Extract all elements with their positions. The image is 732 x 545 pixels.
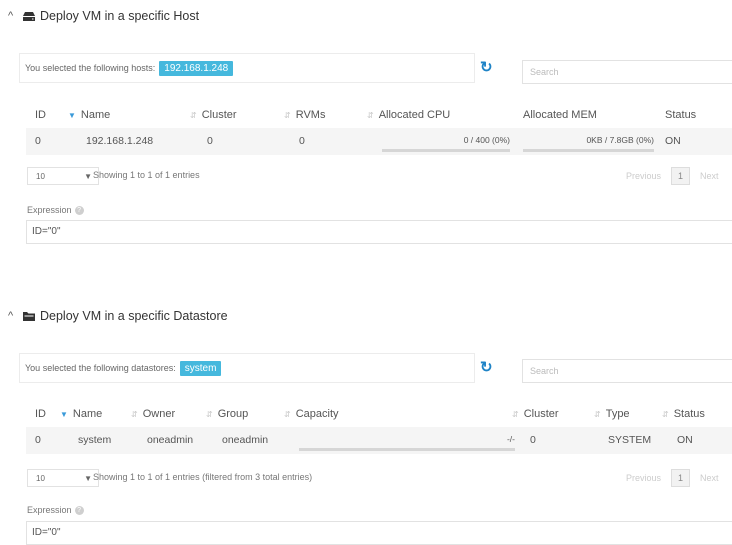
ds-row-status: ON <box>677 434 693 446</box>
datastore-section-header[interactable]: ^ Deploy VM in a specific Datastore <box>8 309 228 323</box>
host-col-allocated-cpu[interactable]: ⇵ Allocated CPU <box>367 109 450 121</box>
chevron-up-icon[interactable]: ^ <box>8 310 18 322</box>
sort-desc-icon: ▼ <box>68 110 76 120</box>
chevron-down-icon: ▼ <box>84 171 92 181</box>
sort-icon: ⇵ <box>206 409 213 419</box>
page-1-button[interactable]: 1 <box>671 167 691 185</box>
ds-col-cluster[interactable]: ⇵ Cluster <box>512 408 559 420</box>
folder-icon <box>22 311 36 322</box>
cpu-progress-bar <box>382 149 510 152</box>
host-col-status[interactable]: Status <box>665 109 696 121</box>
mem-progress-bar <box>523 149 654 152</box>
ds-expression-input[interactable]: ID="0" <box>26 521 732 545</box>
host-row-cluster: 0 <box>207 135 213 147</box>
host-section-title: Deploy VM in a specific Host <box>40 9 200 23</box>
ds-col-owner[interactable]: ⇵ Owner <box>131 408 175 420</box>
ds-row-owner: oneadmin <box>147 434 194 446</box>
host-row-mem-text: 0KB / 7.8GB (0%) <box>586 135 654 145</box>
help-icon[interactable]: ? <box>74 505 84 515</box>
sort-icon: ⇵ <box>284 110 291 120</box>
selected-host-tag[interactable]: 192.168.1.248 <box>159 60 234 76</box>
host-pagination: Previous 1 Next <box>626 167 719 185</box>
next-page-button[interactable]: Next <box>700 171 719 181</box>
host-page-length-select[interactable]: 10 ▼ <box>27 167 99 185</box>
capacity-progress-bar <box>299 448 515 451</box>
host-row-cpu-text: 0 / 400 (0%) <box>463 135 510 145</box>
refresh-icon[interactable]: ↻ <box>480 60 493 75</box>
page-1-button[interactable]: 1 <box>671 469 691 487</box>
host-row-status: ON <box>665 135 681 147</box>
host-col-id[interactable]: ID <box>35 109 46 121</box>
host-section-header[interactable]: ^ Deploy VM in a specific Host <box>8 9 199 23</box>
help-icon[interactable]: ? <box>74 205 84 215</box>
ds-row-group: oneadmin <box>222 434 269 446</box>
previous-page-button[interactable]: Previous <box>626 171 661 181</box>
ds-row-type: SYSTEM <box>608 434 652 446</box>
selected-hosts-box: You selected the following hosts: 192.16… <box>19 53 475 83</box>
selected-hosts-label: You selected the following hosts: <box>25 63 156 73</box>
datastore-section-title: Deploy VM in a specific Datastore <box>40 309 228 323</box>
selected-datastores-box: You selected the following datastores: s… <box>19 353 475 383</box>
ds-col-name[interactable]: ▼ Name <box>60 408 102 420</box>
host-col-allocated-mem[interactable]: Allocated MEM <box>523 109 597 121</box>
sort-icon: ⇵ <box>190 110 197 120</box>
host-search-input[interactable]: Search <box>522 60 732 84</box>
ds-col-capacity[interactable]: ⇵ Capacity <box>284 408 339 420</box>
ds-row-cluster: 0 <box>530 434 536 446</box>
host-row-id: 0 <box>35 135 41 147</box>
host-col-name[interactable]: ▼ Name <box>68 109 110 121</box>
chevron-up-icon[interactable]: ^ <box>8 10 18 22</box>
previous-page-button[interactable]: Previous <box>626 473 661 483</box>
ds-col-type[interactable]: ⇵ Type <box>594 408 630 420</box>
ds-row-id: 0 <box>35 434 41 446</box>
selected-datastores-label: You selected the following datastores: <box>25 363 176 373</box>
sort-icon: ⇵ <box>131 409 138 419</box>
ds-pagination: Previous 1 Next <box>626 469 719 487</box>
host-col-cluster[interactable]: ⇵ Cluster <box>190 109 237 121</box>
ds-row-capacity-text: -/- <box>506 434 515 444</box>
ds-expression-label: Expression? <box>27 505 84 515</box>
sort-icon: ⇵ <box>662 409 669 419</box>
chevron-down-icon: ▼ <box>84 473 92 483</box>
host-table-info: Showing 1 to 1 of 1 entries <box>93 170 200 180</box>
ds-col-status[interactable]: ⇵ Status <box>662 408 705 420</box>
sort-icon: ⇵ <box>594 409 601 419</box>
sort-icon: ⇵ <box>367 110 374 120</box>
host-expression-input[interactable]: ID="0" <box>26 220 732 244</box>
ds-page-length-select[interactable]: 10 ▼ <box>27 469 99 487</box>
host-row-rvms: 0 <box>299 135 305 147</box>
host-expression-label: Expression? <box>27 205 84 215</box>
sort-desc-icon: ▼ <box>60 409 68 419</box>
ds-col-id[interactable]: ID <box>35 408 46 420</box>
ds-col-group[interactable]: ⇵ Group <box>206 408 248 420</box>
sort-icon: ⇵ <box>284 409 291 419</box>
sort-icon: ⇵ <box>512 409 519 419</box>
server-icon <box>22 11 36 22</box>
ds-row-name: system <box>78 434 112 446</box>
host-col-rvms[interactable]: ⇵ RVMs <box>284 109 325 121</box>
host-row-name: 192.168.1.248 <box>86 135 154 147</box>
datastore-search-input[interactable]: Search <box>522 359 732 383</box>
next-page-button[interactable]: Next <box>700 473 719 483</box>
refresh-icon[interactable]: ↻ <box>480 360 493 375</box>
selected-datastore-tag[interactable]: system <box>179 360 222 376</box>
ds-table-info: Showing 1 to 1 of 1 entries (filtered fr… <box>93 472 313 482</box>
